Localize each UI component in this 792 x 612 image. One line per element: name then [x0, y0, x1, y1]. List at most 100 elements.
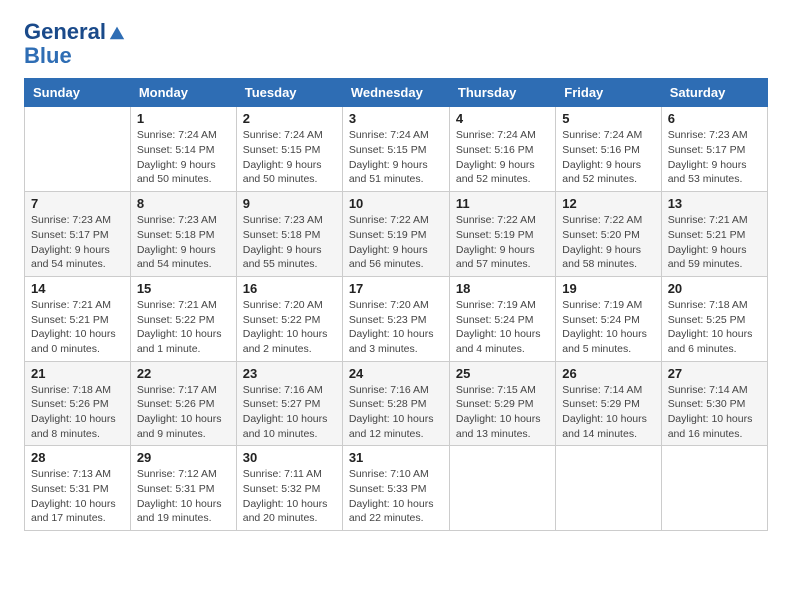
day-info: Sunrise: 7:21 AM Sunset: 5:21 PM Dayligh…: [668, 213, 761, 272]
calendar-cell: [25, 107, 131, 192]
weekday-header: Sunday: [25, 79, 131, 107]
day-info: Sunrise: 7:17 AM Sunset: 5:26 PM Dayligh…: [137, 383, 230, 442]
day-number: 24: [349, 366, 443, 381]
day-info: Sunrise: 7:20 AM Sunset: 5:22 PM Dayligh…: [243, 298, 336, 357]
calendar-cell: 17Sunrise: 7:20 AM Sunset: 5:23 PM Dayli…: [342, 276, 449, 361]
day-info: Sunrise: 7:24 AM Sunset: 5:16 PM Dayligh…: [456, 128, 549, 187]
weekday-header: Friday: [556, 79, 661, 107]
calendar-cell: 22 Sunrise: 7:17 AM Sunset: 5:26 PM Dayli…: [130, 361, 236, 446]
day-info: Sunrise: 7:20 AM Sunset: 5:23 PM Dayligh…: [349, 298, 443, 357]
day-info: Sunrise: 7:23 AM Sunset: 5:18 PM Dayligh…: [243, 213, 336, 272]
day-info: Sunrise: 7:19 AM Sunset: 5:24 PM Dayligh…: [456, 298, 549, 357]
calendar-cell: 18Sunrise: 7:19 AM Sunset: 5:24 PM Dayli…: [449, 276, 555, 361]
calendar-week-row: 1Sunrise: 7:24 AM Sunset: 5:14 PM Daylig…: [25, 107, 768, 192]
day-info: Sunrise: 7:15 AM Sunset: 5:29 PM Dayligh…: [456, 383, 549, 442]
logo-icon: [108, 23, 126, 41]
day-info: Sunrise: 7:16 AM Sunset: 5:27 PM Dayligh…: [243, 383, 336, 442]
calendar-cell: 28Sunrise: 7:13 AM Sunset: 5:31 PM Dayli…: [25, 446, 131, 531]
calendar-cell: 4 Sunrise: 7:24 AM Sunset: 5:16 PM Daylig…: [449, 107, 555, 192]
day-info: Sunrise: 7:18 AM Sunset: 5:25 PM Dayligh…: [668, 298, 761, 357]
day-info: Sunrise: 7:22 AM Sunset: 5:19 PM Dayligh…: [349, 213, 443, 272]
day-number: 12: [562, 196, 654, 211]
day-number: 25: [456, 366, 549, 381]
day-info: Sunrise: 7:23 AM Sunset: 5:17 PM Dayligh…: [668, 128, 761, 187]
calendar-cell: 19Sunrise: 7:19 AM Sunset: 5:24 PM Dayli…: [556, 276, 661, 361]
day-info: Sunrise: 7:23 AM Sunset: 5:17 PM Dayligh…: [31, 213, 124, 272]
day-number: 22: [137, 366, 230, 381]
day-number: 15: [137, 281, 230, 296]
calendar-cell: 10 Sunrise: 7:22 AM Sunset: 5:19 PM Dayli…: [342, 192, 449, 277]
weekday-header: Monday: [130, 79, 236, 107]
calendar-cell: 11Sunrise: 7:22 AM Sunset: 5:19 PM Dayli…: [449, 192, 555, 277]
day-number: 28: [31, 450, 124, 465]
day-info: Sunrise: 7:10 AM Sunset: 5:33 PM Dayligh…: [349, 467, 443, 526]
day-number: 7: [31, 196, 124, 211]
day-info: Sunrise: 7:12 AM Sunset: 5:31 PM Dayligh…: [137, 467, 230, 526]
day-info: Sunrise: 7:21 AM Sunset: 5:21 PM Dayligh…: [31, 298, 124, 357]
calendar-cell: 12 Sunrise: 7:22 AM Sunset: 5:20 PM Dayli…: [556, 192, 661, 277]
calendar-cell: 14 Sunrise: 7:21 AM Sunset: 5:21 PM Dayli…: [25, 276, 131, 361]
calendar-cell: 27 Sunrise: 7:14 AM Sunset: 5:30 PM Dayli…: [661, 361, 767, 446]
day-info: Sunrise: 7:21 AM Sunset: 5:22 PM Dayligh…: [137, 298, 230, 357]
day-number: 29: [137, 450, 230, 465]
calendar-table: SundayMondayTuesdayWednesdayThursdayFrid…: [24, 78, 768, 531]
day-info: Sunrise: 7:24 AM Sunset: 5:15 PM Dayligh…: [349, 128, 443, 187]
calendar-cell: 3 Sunrise: 7:24 AM Sunset: 5:15 PM Daylig…: [342, 107, 449, 192]
day-info: Sunrise: 7:14 AM Sunset: 5:29 PM Dayligh…: [562, 383, 654, 442]
calendar-cell: 7 Sunrise: 7:23 AM Sunset: 5:17 PM Daylig…: [25, 192, 131, 277]
calendar-cell: 24 Sunrise: 7:16 AM Sunset: 5:28 PM Dayli…: [342, 361, 449, 446]
day-info: Sunrise: 7:19 AM Sunset: 5:24 PM Dayligh…: [562, 298, 654, 357]
calendar-cell: [556, 446, 661, 531]
day-number: 31: [349, 450, 443, 465]
day-info: Sunrise: 7:11 AM Sunset: 5:32 PM Dayligh…: [243, 467, 336, 526]
day-info: Sunrise: 7:22 AM Sunset: 5:20 PM Dayligh…: [562, 213, 654, 272]
day-number: 23: [243, 366, 336, 381]
weekday-header: Wednesday: [342, 79, 449, 107]
calendar-cell: 21 Sunrise: 7:18 AM Sunset: 5:26 PM Dayli…: [25, 361, 131, 446]
day-number: 5: [562, 111, 654, 126]
day-number: 21: [31, 366, 124, 381]
calendar-week-row: 7 Sunrise: 7:23 AM Sunset: 5:17 PM Daylig…: [25, 192, 768, 277]
day-number: 16: [243, 281, 336, 296]
calendar-cell: [449, 446, 555, 531]
calendar-week-row: 21 Sunrise: 7:18 AM Sunset: 5:26 PM Dayli…: [25, 361, 768, 446]
day-number: 20: [668, 281, 761, 296]
day-number: 6: [668, 111, 761, 126]
calendar-cell: 15 Sunrise: 7:21 AM Sunset: 5:22 PM Dayli…: [130, 276, 236, 361]
logo-subtext: Blue: [24, 44, 126, 68]
day-number: 3: [349, 111, 443, 126]
calendar-week-row: 28Sunrise: 7:13 AM Sunset: 5:31 PM Dayli…: [25, 446, 768, 531]
day-number: 27: [668, 366, 761, 381]
calendar-cell: 2 Sunrise: 7:24 AM Sunset: 5:15 PM Daylig…: [236, 107, 342, 192]
day-number: 2: [243, 111, 336, 126]
calendar-cell: 6 Sunrise: 7:23 AM Sunset: 5:17 PM Daylig…: [661, 107, 767, 192]
calendar-cell: 16 Sunrise: 7:20 AM Sunset: 5:22 PM Dayli…: [236, 276, 342, 361]
day-info: Sunrise: 7:14 AM Sunset: 5:30 PM Dayligh…: [668, 383, 761, 442]
day-number: 11: [456, 196, 549, 211]
day-number: 1: [137, 111, 230, 126]
calendar-cell: 5Sunrise: 7:24 AM Sunset: 5:16 PM Daylig…: [556, 107, 661, 192]
day-number: 26: [562, 366, 654, 381]
logo: General Blue: [24, 20, 126, 68]
calendar-cell: 31 Sunrise: 7:10 AM Sunset: 5:33 PM Dayli…: [342, 446, 449, 531]
calendar-cell: 30Sunrise: 7:11 AM Sunset: 5:32 PM Dayli…: [236, 446, 342, 531]
day-number: 4: [456, 111, 549, 126]
calendar-cell: 1Sunrise: 7:24 AM Sunset: 5:14 PM Daylig…: [130, 107, 236, 192]
day-info: Sunrise: 7:24 AM Sunset: 5:15 PM Dayligh…: [243, 128, 336, 187]
day-number: 13: [668, 196, 761, 211]
calendar-cell: 9 Sunrise: 7:23 AM Sunset: 5:18 PM Daylig…: [236, 192, 342, 277]
calendar-cell: 20 Sunrise: 7:18 AM Sunset: 5:25 PM Dayli…: [661, 276, 767, 361]
day-number: 9: [243, 196, 336, 211]
weekday-header: Saturday: [661, 79, 767, 107]
day-number: 14: [31, 281, 124, 296]
page-header: General Blue: [24, 20, 768, 68]
calendar-cell: 13 Sunrise: 7:21 AM Sunset: 5:21 PM Dayli…: [661, 192, 767, 277]
day-info: Sunrise: 7:16 AM Sunset: 5:28 PM Dayligh…: [349, 383, 443, 442]
calendar-cell: 23 Sunrise: 7:16 AM Sunset: 5:27 PM Dayli…: [236, 361, 342, 446]
calendar-week-row: 14 Sunrise: 7:21 AM Sunset: 5:21 PM Dayli…: [25, 276, 768, 361]
day-number: 8: [137, 196, 230, 211]
calendar-cell: 25 Sunrise: 7:15 AM Sunset: 5:29 PM Dayli…: [449, 361, 555, 446]
calendar-cell: [661, 446, 767, 531]
day-number: 10: [349, 196, 443, 211]
day-info: Sunrise: 7:18 AM Sunset: 5:26 PM Dayligh…: [31, 383, 124, 442]
